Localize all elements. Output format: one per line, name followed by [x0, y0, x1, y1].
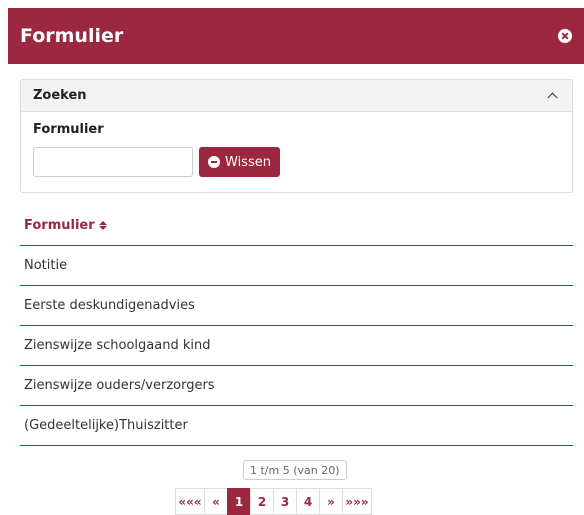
sort-icon: [98, 221, 107, 230]
clear-button-label: Wissen: [225, 154, 271, 170]
table-row[interactable]: (Gedeeltelijke)Thuiszitter: [20, 406, 573, 446]
table-row[interactable]: Zienswijze schoolgaand kind: [20, 326, 573, 366]
table-row[interactable]: Zienswijze ouders/verzorgers: [20, 366, 573, 406]
table-body: Notitie Eerste deskundigenadvies Zienswi…: [20, 246, 573, 446]
pagination: ««« « 1 2 3 4 » »»»: [175, 488, 372, 515]
chevron-up-icon[interactable]: [547, 92, 558, 103]
search-field-row: Wissen: [33, 147, 560, 177]
first-page-button[interactable]: «««: [175, 488, 205, 515]
formulier-field-label: Formulier: [33, 122, 104, 137]
search-panel-header[interactable]: Zoeken: [21, 80, 572, 112]
pagination-info: 1 t/m 5 (van 20): [243, 460, 347, 480]
table-row[interactable]: Notitie: [20, 246, 573, 286]
search-panel: Zoeken Formulier Wissen: [20, 79, 573, 193]
search-body: Formulier Wissen: [21, 112, 572, 185]
page-button-3[interactable]: 3: [273, 488, 297, 515]
next-page-button[interactable]: »: [319, 488, 343, 515]
table-header: Formulier: [20, 206, 573, 246]
modal-title: Formulier: [20, 25, 124, 47]
column-header-label: Formulier: [24, 218, 95, 233]
last-page-button[interactable]: »»»: [342, 488, 372, 515]
search-panel-title: Zoeken: [33, 88, 87, 103]
page-button-4[interactable]: 4: [296, 488, 320, 515]
prev-page-button[interactable]: «: [204, 488, 228, 515]
page-button-1[interactable]: 1: [227, 488, 251, 515]
table-row[interactable]: Eerste deskundigenadvies: [20, 286, 573, 326]
column-header-formulier[interactable]: Formulier: [24, 218, 107, 233]
clear-button[interactable]: Wissen: [199, 147, 280, 177]
page-button-2[interactable]: 2: [250, 488, 274, 515]
close-icon[interactable]: [558, 29, 572, 43]
formulier-search-input[interactable]: [33, 147, 193, 177]
minus-circle-icon: [208, 156, 220, 168]
modal-header: Formulier: [8, 8, 584, 64]
